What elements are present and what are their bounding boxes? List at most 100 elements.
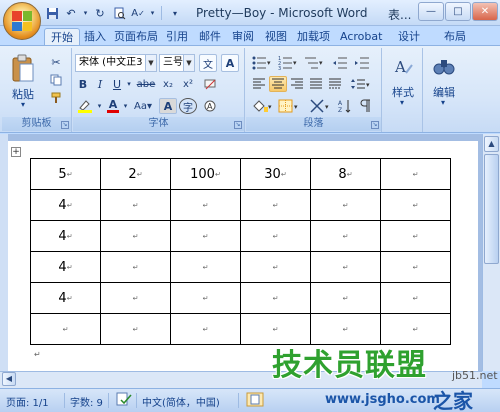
- chevron-down-icon[interactable]: ▼: [145, 55, 156, 71]
- table-cell[interactable]: ↵: [170, 220, 241, 252]
- table-cell[interactable]: ↵: [240, 220, 311, 252]
- sort-icon[interactable]: AZ: [336, 98, 354, 114]
- table-cell[interactable]: ↵: [310, 220, 381, 252]
- change-case-button[interactable]: Aa ▾: [131, 98, 155, 114]
- table-cell[interactable]: 30↵: [240, 158, 311, 190]
- tab-layout[interactable]: 布局: [438, 28, 472, 46]
- borders-icon[interactable]: ▾: [276, 98, 302, 114]
- scroll-thumb[interactable]: [484, 154, 499, 264]
- align-left-icon[interactable]: [250, 76, 268, 92]
- text-effect-icon[interactable]: A: [201, 98, 219, 114]
- tab-acrobat[interactable]: Acrobat: [334, 28, 388, 46]
- table-cell[interactable]: ↵: [310, 282, 381, 314]
- italic-button[interactable]: I: [92, 76, 108, 92]
- table-cell[interactable]: ↵: [100, 220, 171, 252]
- scroll-left-icon[interactable]: ◀: [2, 372, 16, 386]
- table-cell[interactable]: 2↵: [100, 158, 171, 190]
- multilevel-list-icon[interactable]: ▾: [302, 54, 326, 72]
- chevron-down-icon[interactable]: ▼: [183, 55, 194, 71]
- close-icon[interactable]: ✕: [472, 2, 498, 21]
- copy-icon[interactable]: [48, 72, 64, 88]
- font-name-combo[interactable]: 宋体 (中文正3 ▼: [75, 54, 157, 72]
- tab-view[interactable]: 视图: [259, 28, 293, 46]
- bold-button[interactable]: B: [75, 76, 91, 92]
- strikethrough-button[interactable]: abe: [135, 76, 157, 92]
- redo-icon[interactable]: ↻: [92, 5, 108, 21]
- print-preview-icon[interactable]: [111, 5, 127, 21]
- table-cell[interactable]: ↵: [380, 251, 451, 283]
- tab-page-layout[interactable]: 页面布局: [108, 28, 164, 46]
- enclose-chars-button[interactable]: 字: [179, 98, 197, 114]
- paragraph-launcher-icon[interactable]: ↘: [371, 121, 379, 129]
- char-border-button[interactable]: A: [221, 54, 239, 72]
- subscript-button[interactable]: x₂: [159, 76, 177, 92]
- print-layout-view-icon[interactable]: [246, 392, 264, 410]
- font-color-icon[interactable]: A: [105, 98, 121, 114]
- table-cell[interactable]: 8↵: [310, 158, 381, 190]
- document-table[interactable]: 5↵ 2↵ 100↵ 30↵ 8↵ ↵ 4↵ ↵ ↵ ↵ ↵ ↵ 4↵ ↵ ↵ ↵ ↵ ↵ 4↵ ↵ ↵ ↵ ↵ ↵ 4↵ ↵ ↵ ↵…: [30, 158, 451, 345]
- table-cell[interactable]: ↵: [170, 313, 241, 345]
- justify-icon[interactable]: [307, 76, 325, 92]
- char-shading-button[interactable]: A: [159, 98, 177, 114]
- tab-addins[interactable]: 加载项: [291, 28, 336, 46]
- office-button[interactable]: [3, 2, 41, 40]
- phonetic-guide-button[interactable]: 文: [199, 54, 217, 72]
- language-indicator[interactable]: 中文(简体，中国): [142, 394, 220, 409]
- highlight-dropdown-icon[interactable]: ▾: [96, 98, 103, 114]
- scroll-up-icon[interactable]: ▲: [484, 136, 499, 152]
- clipboard-launcher-icon[interactable]: ↘: [61, 121, 69, 129]
- undo-icon[interactable]: ↶: [63, 5, 79, 21]
- maximize-icon[interactable]: □: [445, 2, 471, 21]
- quick-styles-icon[interactable]: A: [389, 54, 417, 80]
- vertical-scrollbar[interactable]: ▲: [482, 134, 500, 371]
- numbering-icon[interactable]: 1 2 3 ▾: [276, 54, 300, 72]
- table-cell[interactable]: ↵: [100, 189, 171, 221]
- table-cell[interactable]: 4↵: [30, 189, 101, 221]
- highlight-color-icon[interactable]: [75, 98, 95, 114]
- tab-insert[interactable]: 插入: [78, 28, 112, 46]
- format-painter-icon[interactable]: [48, 90, 64, 106]
- tab-design[interactable]: 设计: [392, 28, 426, 46]
- editing-dropdown-icon[interactable]: ▾: [436, 98, 450, 107]
- paste-icon[interactable]: [8, 52, 38, 86]
- proofing-icon[interactable]: [116, 392, 132, 409]
- table-cell[interactable]: ↵: [240, 189, 311, 221]
- align-center-icon[interactable]: [269, 76, 287, 92]
- table-cell[interactable]: ↵: [380, 158, 451, 190]
- table-cell[interactable]: ↵: [310, 251, 381, 283]
- bullets-icon[interactable]: ▾: [250, 54, 274, 72]
- word-count[interactable]: 字数: 9: [70, 394, 103, 409]
- table-cell[interactable]: ↵: [380, 189, 451, 221]
- paste-dropdown-icon[interactable]: ▾: [16, 100, 30, 109]
- superscript-button[interactable]: x²: [179, 76, 197, 92]
- align-right-icon[interactable]: [288, 76, 306, 92]
- chinese-layout-icon[interactable]: ▾: [308, 98, 334, 114]
- table-cell[interactable]: ↵: [170, 251, 241, 283]
- spelling-icon[interactable]: A ✓: [130, 5, 146, 21]
- tab-home[interactable]: 开始: [44, 28, 80, 46]
- table-cell[interactable]: ↵: [170, 189, 241, 221]
- tab-mailings[interactable]: 邮件: [193, 28, 227, 46]
- table-cell[interactable]: ↵: [380, 282, 451, 314]
- page-count[interactable]: 页面: 1/1: [6, 394, 49, 409]
- tab-review[interactable]: 审阅: [226, 28, 260, 46]
- table-cell[interactable]: ↵: [380, 220, 451, 252]
- table-cell[interactable]: ↵: [30, 313, 101, 345]
- customize-icon[interactable]: ▾: [167, 5, 183, 21]
- show-marks-icon[interactable]: [356, 98, 374, 114]
- minimize-icon[interactable]: —: [418, 2, 444, 21]
- tab-references[interactable]: 引用: [160, 28, 194, 46]
- font-size-combo[interactable]: 三号 ▼: [159, 54, 195, 72]
- underline-button[interactable]: U: [109, 76, 125, 92]
- spelling-dropdown-icon[interactable]: ▾: [149, 5, 156, 21]
- cut-icon[interactable]: ✂: [48, 54, 64, 70]
- table-cell[interactable]: ↵: [240, 251, 311, 283]
- table-move-handle-icon[interactable]: +: [11, 147, 21, 157]
- clear-formatting-icon[interactable]: [201, 76, 219, 92]
- table-cell[interactable]: ↵: [310, 189, 381, 221]
- line-spacing-icon[interactable]: ▾: [348, 76, 372, 92]
- table-cell[interactable]: ↵: [100, 282, 171, 314]
- table-cell[interactable]: ↵: [240, 282, 311, 314]
- table-cell[interactable]: 100↵: [170, 158, 241, 190]
- underline-dropdown-icon[interactable]: ▾: [125, 76, 133, 92]
